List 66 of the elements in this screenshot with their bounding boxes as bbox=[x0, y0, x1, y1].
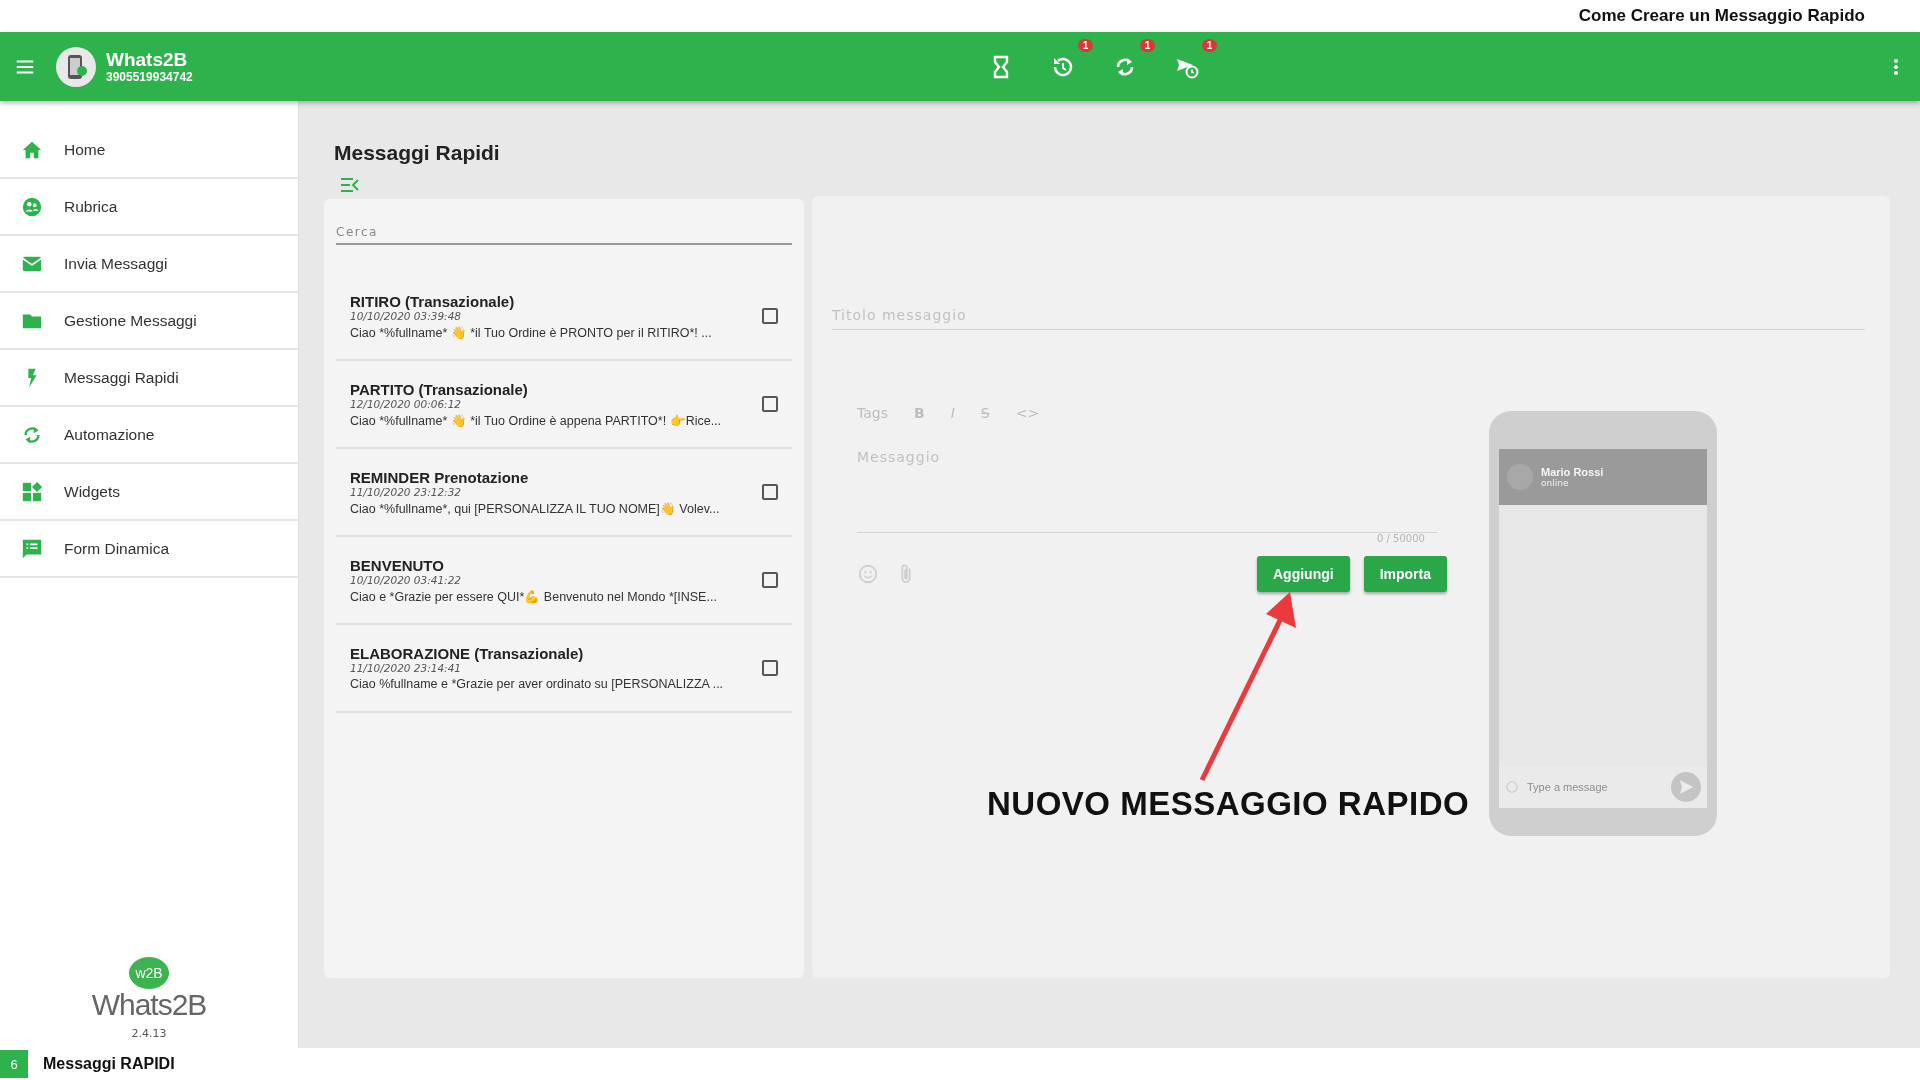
checkbox[interactable] bbox=[762, 396, 778, 412]
sidebar-item-label: Invia Messaggi bbox=[64, 254, 168, 273]
sidebar-item-label: Gestione Messaggi bbox=[64, 311, 197, 330]
phone-icon bbox=[65, 52, 87, 81]
contact-name: Mario Rossi bbox=[1541, 466, 1604, 478]
app-name: Whats2B bbox=[106, 49, 189, 70]
collapse-icon[interactable] bbox=[340, 177, 360, 193]
checkbox[interactable] bbox=[762, 484, 778, 500]
message-item[interactable]: BENVENUTO 10/10/2020 03:41:22 Ciao e *Grazie per essere QUI*💪 Benvenuto nel Mondo *[INSE... bbox=[336, 537, 792, 625]
message-preview: Ciao *%fullname* 👋 *il Tuo Ordine è PRONTO per il RITIRO*! ... bbox=[350, 324, 713, 340]
message-title: RITIRO (Transazionale) bbox=[350, 292, 516, 310]
version-text: 2.4.13 bbox=[131, 1027, 167, 1040]
sidebar-item[interactable]: Home bbox=[0, 122, 298, 179]
annotation-text: NUOVO MESSAGGIO RAPIDO bbox=[987, 785, 1470, 823]
logo-bubble: w2B bbox=[129, 957, 169, 989]
contacts-icon bbox=[21, 195, 43, 218]
step-badge: 6 bbox=[0, 1050, 28, 1078]
checkbox[interactable] bbox=[762, 572, 778, 588]
logo-text: Whats2B bbox=[91, 989, 207, 1021]
sidebar-item-label: Messaggi Rapidi bbox=[64, 368, 179, 387]
message-date: 11/10/2020 23:12:32 bbox=[350, 485, 462, 498]
message-preview: Ciao *%fullname* 👋 *il Tuo Ordine è appena PARTITO*! 👉Rice... bbox=[350, 412, 723, 428]
notification-badge: 1 bbox=[1077, 38, 1094, 52]
sidebar-item[interactable]: Messaggi Rapidi bbox=[0, 350, 298, 407]
sidebar-item-label: Form Dinamica bbox=[64, 539, 170, 558]
message-date: 12/10/2020 00:06:12 bbox=[350, 397, 461, 410]
sidebar-item[interactable]: Invia Messaggi bbox=[0, 236, 298, 293]
notification-badge: 1 bbox=[1139, 38, 1156, 52]
message-date: 10/10/2020 03:39:48 bbox=[350, 309, 461, 322]
emoji-icon bbox=[1505, 780, 1519, 794]
sidebar-item[interactable]: Gestione Messaggi bbox=[0, 293, 298, 350]
caption-title: Come Creare un Messaggio Rapido bbox=[1578, 6, 1865, 26]
notification-badge: 1 bbox=[1201, 38, 1218, 52]
search-field[interactable]: Cerca bbox=[336, 221, 792, 245]
sidebar-item[interactable]: Form Dinamica bbox=[0, 521, 298, 578]
sidebar-item-label: Home bbox=[64, 140, 106, 159]
message-item[interactable]: ELABORAZIONE (Transazionale) 11/10/2020 23:14:41 Ciao %fullname e *Grazie per aver ordinato su [PERSONALIZZA ... bbox=[336, 625, 792, 713]
message-date: 11/10/2020 23:14:41 bbox=[350, 662, 462, 674]
phone-number: 3905519934742 bbox=[106, 70, 193, 84]
message-item[interactable]: RITIRO (Transazionale) 10/10/2020 03:39:48 Ciao *%fullname* 👋 *il Tuo Ordine è PRONTO per il RITIRO*! ... bbox=[336, 273, 792, 361]
sidebar-item-label: Automazione bbox=[64, 425, 155, 444]
sidebar-item[interactable]: Automazione bbox=[0, 407, 298, 464]
step-title: Messaggi RAPIDI bbox=[43, 1055, 175, 1073]
message-title: ELABORAZIONE (Transazionale) bbox=[350, 645, 585, 662]
page-title: Messaggi Rapidi bbox=[334, 141, 501, 165]
message-input[interactable]: Type a message bbox=[1525, 780, 1665, 794]
send-icon bbox=[1671, 772, 1701, 802]
message-title: PARTITO (Transazionale) bbox=[350, 380, 529, 398]
message-preview: Ciao %fullname e *Grazie per aver ordinato su [PERSONALIZZA ... bbox=[350, 677, 725, 691]
widgets-icon bbox=[21, 480, 43, 503]
message-item[interactable]: PARTITO (Transazionale) 12/10/2020 00:06:12 Ciao *%fullname* 👋 *il Tuo Ordine è appena PARTITO*! 👉Rice... bbox=[336, 361, 792, 449]
message-title: REMINDER Prenotazione bbox=[350, 468, 530, 486]
checkbox[interactable] bbox=[762, 308, 778, 324]
message-title: BENVENUTO bbox=[350, 556, 445, 574]
emoji-icon[interactable] bbox=[857, 563, 879, 585]
message-preview: Ciao e *Grazie per essere QUI*💪 Benvenuto nel Mondo *[INSE... bbox=[350, 588, 718, 604]
checkbox[interactable] bbox=[762, 660, 778, 676]
message-item[interactable]: REMINDER Prenotazione 11/10/2020 23:12:32 Ciao *%fullname*, qui [PERSONALIZZA IL TUO NOME]👋 Volev... bbox=[336, 449, 792, 537]
sidebar-item-label: Rubrica bbox=[64, 197, 118, 216]
contact-status: online bbox=[1541, 478, 1570, 488]
sidebar-item[interactable]: Widgets bbox=[0, 464, 298, 521]
sidebar-item[interactable]: Rubrica bbox=[0, 179, 298, 236]
message-date: 10/10/2020 03:41:22 bbox=[350, 573, 462, 586]
sidebar-item-label: Widgets bbox=[64, 482, 120, 501]
form-icon bbox=[21, 537, 43, 560]
message-preview: Ciao *%fullname*, qui [PERSONALIZZA IL TUO NOME]👋 Volev... bbox=[350, 500, 721, 516]
